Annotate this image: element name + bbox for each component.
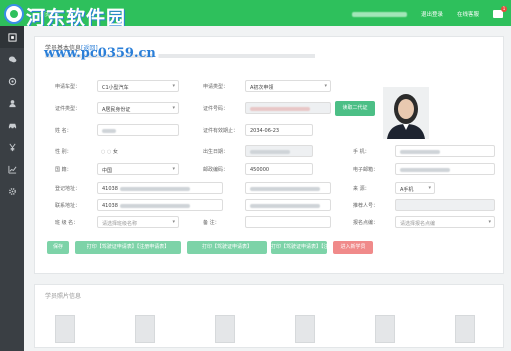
gender-label: 性 别： <box>55 149 72 155</box>
id-number-input[interactable] <box>245 102 331 114</box>
user-info <box>351 11 407 17</box>
referrer-input[interactable] <box>395 199 495 211</box>
print-register-button[interactable]: 打印【驾驶证申请表】【注册申请表】 <box>271 241 354 254</box>
chat-icon[interactable] <box>0 48 24 70</box>
contact-address-detail-value <box>250 203 320 208</box>
name-value <box>102 128 116 133</box>
id-type-select[interactable]: A居民身份证 <box>97 102 179 114</box>
birth-value <box>250 149 290 154</box>
id-expiry-input[interactable]: 2034-06-23 <box>245 124 313 136</box>
id-type-label: 证件类型： <box>55 106 81 112</box>
contact-address-blur <box>119 203 190 208</box>
name-input[interactable] <box>97 124 179 136</box>
email-input[interactable] <box>395 163 495 175</box>
photo-slot[interactable] <box>55 315 75 343</box>
photo-info-panel: 学员照片信息 <box>34 284 504 348</box>
email-label: 电子邮箱： <box>353 167 379 173</box>
student-form: 申请车型： C1小型汽车 申请类型： A初次申领 证件类型： A居民身份证 证件… <box>35 37 503 273</box>
photo-panel-title: 学员照片信息 <box>45 293 82 300</box>
gear-icon[interactable] <box>0 180 24 202</box>
photo-slot[interactable] <box>295 315 315 343</box>
reg-address-detail-value <box>250 186 320 191</box>
referrer-label: 推荐人号： <box>353 203 379 209</box>
class-select[interactable]: 请选择班级名称 <box>97 216 179 228</box>
student-photo <box>383 87 429 139</box>
logo-icon <box>4 4 24 24</box>
car-icon[interactable] <box>0 114 24 136</box>
source-select[interactable]: A手机 <box>395 182 435 194</box>
main-content: 学员基本信息[返回] 申请车型： C1小型汽车 申请类型： A初次申领 证件类型… <box>24 26 511 351</box>
service-link[interactable]: 在线客服 <box>457 10 479 18</box>
mobile-input[interactable] <box>395 145 495 157</box>
top-right-area: 退出登录 在线客服 1 <box>351 6 507 18</box>
postcode-input[interactable]: 450000 <box>245 163 313 175</box>
photo-slot[interactable] <box>135 315 155 343</box>
top-bar: 首页 | ··· 河东软件园 退出登录 在线客服 1 <box>0 0 511 29</box>
print-both-button[interactable]: 打印【驾驶证申请表】【注册申请表】 <box>75 241 181 254</box>
apply-type-select[interactable]: A初次申领 <box>245 80 331 92</box>
apply-type-label: 申请类型： <box>203 84 229 90</box>
remark-input[interactable] <box>245 216 331 228</box>
photo-slot[interactable] <box>375 315 395 343</box>
home-icon[interactable] <box>0 26 24 48</box>
portrait-image <box>383 87 429 139</box>
id-number-label: 证件号码： <box>203 106 229 112</box>
print-license-button[interactable]: 打印【驾驶证申请表】 <box>187 241 267 254</box>
training-site-select[interactable]: 请选择报名点编 <box>395 216 495 228</box>
contact-address-label: 联系地址： <box>55 203 81 209</box>
reg-address-input[interactable]: 41038 <box>97 182 223 194</box>
contact-address-detail-input[interactable] <box>245 199 331 211</box>
name-label: 姓 名： <box>55 128 72 134</box>
training-site-label: 报名点编： <box>353 220 379 226</box>
student-info-panel: 学员基本信息[返回] 申请车型： C1小型汽车 申请类型： A初次申领 证件类型… <box>34 36 504 274</box>
apply-vehicle-label: 申请车型： <box>55 84 81 90</box>
chart-icon[interactable] <box>0 158 24 180</box>
sidebar <box>0 26 24 351</box>
photo-slot[interactable] <box>455 315 475 343</box>
id-expiry-label: 证件有效期止： <box>203 128 239 134</box>
logout-link[interactable]: 退出登录 <box>421 10 443 18</box>
photo-slot[interactable] <box>215 315 235 343</box>
mobile-label: 手 机： <box>353 149 370 155</box>
new-student-button[interactable]: 进入新学员 <box>333 241 373 254</box>
reg-address-detail-input[interactable] <box>245 182 331 194</box>
user-icon[interactable] <box>0 92 24 114</box>
yen-icon[interactable] <box>0 136 24 158</box>
watermark-url: www.pc0359.cn <box>44 46 156 61</box>
reg-address-value: 41038 <box>102 186 118 192</box>
apply-vehicle-select[interactable]: C1小型汽车 <box>97 80 179 92</box>
birth-input[interactable] <box>245 145 313 157</box>
postcode-label: 邮政编码： <box>203 167 229 173</box>
remark-label: 备 注： <box>203 220 220 226</box>
mobile-value <box>400 149 440 154</box>
birth-label: 出生日期： <box>203 149 229 155</box>
gender-value: 女 <box>112 149 118 155</box>
id-number-value <box>250 106 310 111</box>
save-button[interactable]: 保存 <box>47 241 69 254</box>
mail-badge: 1 <box>501 6 507 12</box>
source-label: 来 源： <box>353 186 370 192</box>
contact-address-value: 41038 <box>102 203 118 209</box>
class-label: 班 级 名： <box>55 220 79 226</box>
mail-icon[interactable]: 1 <box>493 6 507 18</box>
settings-icon[interactable] <box>0 70 24 92</box>
reg-address-blur <box>119 186 190 191</box>
contact-address-input[interactable]: 41038 <box>97 199 223 211</box>
nationality-select[interactable]: 中国 <box>97 163 179 175</box>
nationality-label: 国 籍： <box>55 167 72 173</box>
read-card-button[interactable]: 读取二代证 <box>335 101 375 116</box>
reg-address-label: 登记地址： <box>55 186 81 192</box>
email-value <box>400 167 450 172</box>
gender-radio-group[interactable]: ○ ○ 女 <box>97 145 179 157</box>
